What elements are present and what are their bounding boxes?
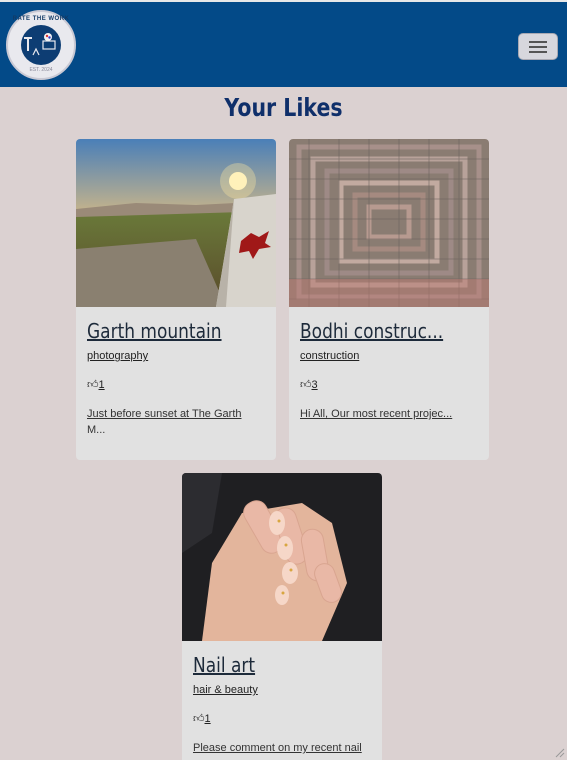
post-image[interactable]	[182, 473, 382, 641]
thumbs-up-icon: 👍︎	[87, 379, 99, 391]
resize-handle-icon[interactable]	[553, 746, 565, 758]
post-description-link[interactable]: Just before sunset at The Garth	[87, 408, 242, 420]
logo-emblem	[21, 25, 61, 65]
like-count: 1	[204, 713, 211, 725]
like-count: 3	[311, 379, 318, 391]
page-title: Your Likes	[224, 93, 343, 122]
thumbs-up-icon: 👍︎	[193, 713, 205, 725]
thumbs-up-icon: 👍︎	[300, 379, 312, 391]
post-card[interactable]: Bodhi construc... construction 👍︎3 Hi Al…	[289, 139, 489, 460]
logo-emblem-icon	[24, 33, 56, 56]
post-likes[interactable]: 👍︎1	[87, 378, 105, 391]
post-description: Please comment on my recent nail	[193, 740, 371, 756]
post-likes[interactable]: 👍︎3	[300, 378, 318, 391]
post-card[interactable]: Garth mountain photography 👍︎1 Just befo…	[76, 139, 276, 460]
menu-icon-bar	[529, 51, 547, 53]
logo-est: EST. 2024	[29, 67, 53, 73]
logo-text: RATE THE WORK	[12, 16, 70, 22]
post-title-link[interactable]: Bodhi construc...	[300, 319, 443, 343]
post-category-link[interactable]: photography	[87, 350, 148, 362]
post-description-link[interactable]: Please comment on my recent nail	[193, 742, 362, 754]
post-image[interactable]	[76, 139, 276, 307]
site-logo[interactable]: RATE THE WORK EST. 2024	[6, 10, 76, 80]
like-count: 1	[98, 379, 105, 391]
navbar: RATE THE WORK EST. 2024	[0, 0, 567, 87]
post-description-link[interactable]: Hi All, Our most recent projec...	[300, 408, 452, 420]
post-title-link[interactable]: Nail art	[193, 653, 255, 677]
post-title-link[interactable]: Garth mountain	[87, 319, 222, 343]
post-description: Hi All, Our most recent projec...	[300, 406, 478, 422]
post-category-link[interactable]: hair & beauty	[193, 684, 258, 696]
menu-icon-bar	[529, 41, 547, 43]
navbar-toggle-button[interactable]	[518, 33, 558, 60]
post-card[interactable]: Nail art hair & beauty 👍︎1 Please commen…	[182, 473, 382, 760]
post-description: Just before sunset at The Garth M...	[87, 406, 265, 438]
menu-icon-bar	[529, 46, 547, 48]
post-image[interactable]	[289, 139, 489, 307]
post-category-link[interactable]: construction	[300, 350, 359, 362]
post-description-rest: M...	[87, 424, 106, 436]
post-likes[interactable]: 👍︎1	[193, 712, 211, 725]
